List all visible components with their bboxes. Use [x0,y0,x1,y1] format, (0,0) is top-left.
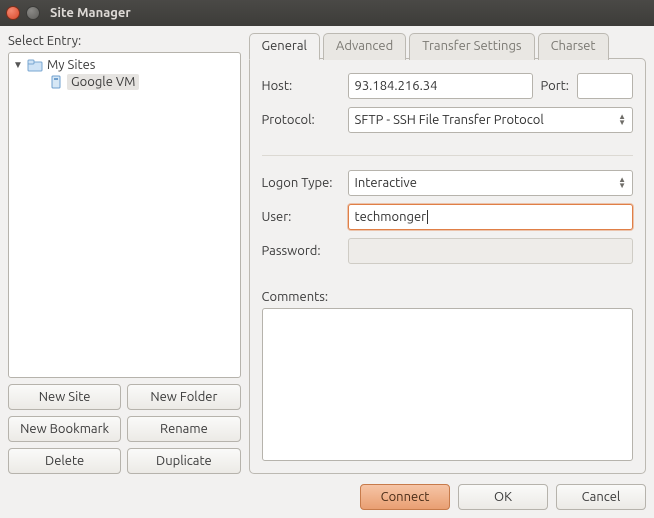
logon-type-value: Interactive [355,176,417,190]
protocol-value: SFTP - SSH File Transfer Protocol [355,113,544,127]
upper-panes: Select Entry: ▼ My Sites [8,32,646,474]
new-bookmark-button[interactable]: New Bookmark [8,416,121,442]
close-icon[interactable] [6,6,20,20]
protocol-select[interactable]: SFTP - SSH File Transfer Protocol ▲▼ [348,107,633,133]
content-area: Select Entry: ▼ My Sites [0,26,654,518]
tab-advanced[interactable]: Advanced [323,33,406,60]
chevron-down-icon[interactable]: ▼ [13,59,23,71]
tab-charset[interactable]: Charset [538,33,609,60]
minimize-icon[interactable] [26,6,40,20]
new-folder-button[interactable]: New Folder [127,384,240,410]
password-input [348,238,633,264]
comments-textarea[interactable] [262,308,633,461]
new-site-button[interactable]: New Site [8,384,121,410]
updown-icon: ▲▼ [618,177,626,189]
tree-item[interactable]: Google VM [11,73,238,91]
cancel-button[interactable]: Cancel [556,484,646,510]
tab-transfer-settings[interactable]: Transfer Settings [409,33,534,60]
divider [262,155,633,156]
protocol-label: Protocol: [262,113,340,127]
select-entry-label: Select Entry: [8,34,241,48]
password-label: Password: [262,244,340,258]
ok-button[interactable]: OK [458,484,548,510]
comments-label: Comments: [262,290,633,304]
general-panel: Host: Port: Protocol: SFTP - SSH File Tr… [249,58,646,474]
site-manager-window: Site Manager Select Entry: ▼ My Sites [0,0,654,518]
user-input[interactable]: techmonger [348,204,633,230]
site-action-buttons: New Site New Folder New Bookmark Rename … [8,384,241,474]
text-caret [427,210,428,224]
rename-button[interactable]: Rename [127,416,240,442]
user-value: techmonger [355,210,427,224]
logon-type-select[interactable]: Interactive ▲▼ [348,170,633,196]
tab-bar: General Advanced Transfer Settings Chars… [249,32,646,59]
port-input[interactable] [577,73,633,99]
connect-button[interactable]: Connect [360,484,450,510]
host-input[interactable] [348,73,533,99]
titlebar: Site Manager [0,0,654,26]
site-tree[interactable]: ▼ My Sites Google VM [8,52,241,378]
left-pane: Select Entry: ▼ My Sites [8,32,241,474]
folder-icon [27,58,43,72]
duplicate-button[interactable]: Duplicate [127,448,240,474]
right-pane: General Advanced Transfer Settings Chars… [249,32,646,474]
port-label: Port: [541,79,569,93]
delete-button[interactable]: Delete [8,448,121,474]
tree-root-label: My Sites [47,58,95,72]
tree-root[interactable]: ▼ My Sites [11,57,238,73]
logon-type-label: Logon Type: [262,176,340,190]
user-label: User: [262,210,340,224]
dialog-footer: Connect OK Cancel [8,474,646,510]
tab-general[interactable]: General [249,33,320,60]
host-label: Host: [262,79,340,93]
window-title: Site Manager [50,6,131,20]
updown-icon: ▲▼ [618,114,626,126]
server-icon [49,75,63,89]
tree-item-label: Google VM [67,74,139,90]
